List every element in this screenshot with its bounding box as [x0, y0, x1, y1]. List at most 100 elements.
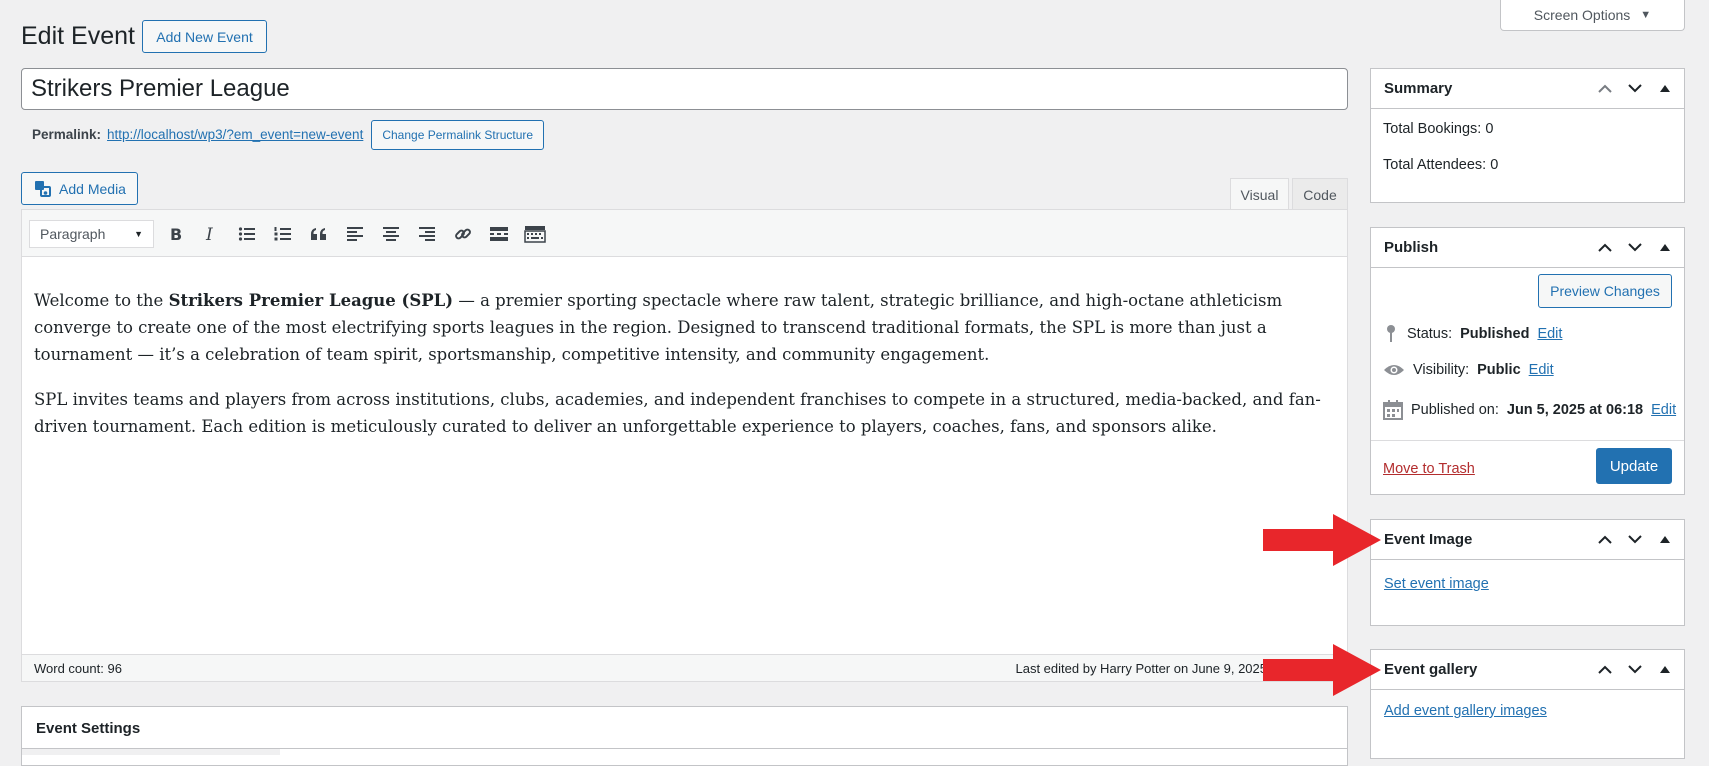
align-left-button[interactable] [341, 221, 369, 247]
format-select-value: Paragraph [40, 226, 106, 242]
read-more-icon [490, 227, 508, 241]
last-edited: Last edited by Harry Potter on June 9, 2… [1015, 661, 1268, 676]
tab-visual[interactable]: Visual [1230, 178, 1289, 210]
add-event-gallery-images-link[interactable]: Add event gallery images [1384, 703, 1547, 719]
summary-title: Summary [1384, 80, 1453, 97]
blockquote-icon [311, 228, 326, 240]
toolbar-toggle-button[interactable] [521, 221, 549, 247]
event-image-header: Event Image [1371, 520, 1684, 560]
editor-content[interactable]: Welcome to the Strikers Premier League (… [34, 287, 1334, 458]
collapse-triangle-icon[interactable] [1652, 528, 1678, 550]
move-to-trash-link[interactable]: Move to Trash [1383, 461, 1475, 477]
editor: Paragraph ▼ B I Welcome to the Strikers … [21, 209, 1348, 682]
visibility-row: Visibility: Public Edit [1383, 362, 1554, 378]
published-on-value: Jun 5, 2025 at 06:18 [1506, 402, 1644, 418]
chevron-down-icon[interactable] [1622, 528, 1648, 550]
page-title: Edit Event [21, 22, 135, 50]
event-settings-tabs [22, 749, 280, 755]
italic-button[interactable]: I [197, 221, 225, 247]
eye-icon [1384, 365, 1404, 375]
total-bookings: Total Bookings: 0 [1383, 121, 1494, 137]
event-image-box: Event Image Set event image [1370, 519, 1685, 626]
status-label: Status: [1407, 326, 1453, 342]
paragraph-text: Welcome to the [34, 291, 169, 310]
caret-down-icon: ▼ [1640, 9, 1652, 21]
calendar-icon [1383, 400, 1403, 420]
visibility-edit-link[interactable]: Edit [1529, 362, 1554, 378]
event-settings-box: Event Settings [21, 706, 1348, 766]
align-center-icon [383, 227, 399, 241]
change-permalink-button[interactable]: Change Permalink Structure [371, 120, 545, 150]
content-paragraph: SPL invites teams and players from acros… [34, 390, 1321, 436]
screen-options-label: Screen Options [1533, 7, 1631, 23]
permalink-label: Permalink: [32, 127, 102, 142]
visibility-label: Visibility: [1413, 362, 1470, 378]
link-icon [455, 228, 471, 240]
screen-options-button[interactable]: Screen Options ▼ [1500, 0, 1685, 31]
media-icon [35, 180, 52, 197]
numbered-list-icon [274, 227, 291, 241]
visibility-value: Public [1477, 362, 1521, 378]
collapse-triangle-icon[interactable] [1652, 658, 1678, 680]
chevron-down-icon[interactable] [1622, 236, 1648, 258]
editor-toolbar: Paragraph ▼ B I [22, 210, 1347, 257]
publish-actions-divider [1371, 440, 1684, 441]
preview-changes-button[interactable]: Preview Changes [1538, 274, 1672, 308]
set-event-image-link[interactable]: Set event image [1384, 576, 1489, 592]
permalink-row: Permalink: http://localhost/wp3/?em_even… [32, 120, 545, 150]
collapse-triangle-icon[interactable] [1652, 236, 1678, 258]
align-center-button[interactable] [377, 221, 405, 247]
format-select[interactable]: Paragraph ▼ [29, 220, 154, 248]
bold-button[interactable]: B [161, 221, 189, 247]
insert-link-button[interactable] [449, 221, 477, 247]
align-right-icon [419, 227, 435, 241]
chevron-up-icon[interactable] [1592, 236, 1618, 258]
chevron-down-icon[interactable] [1622, 658, 1648, 680]
bullet-list-icon [238, 227, 255, 241]
tab-code[interactable]: Code [1292, 178, 1348, 210]
publish-title: Publish [1384, 239, 1439, 256]
svg-text:I: I [205, 226, 213, 242]
published-on-edit-link[interactable]: Edit [1651, 402, 1676, 418]
blockquote-button[interactable] [305, 221, 333, 247]
numbered-list-button[interactable] [269, 221, 297, 247]
red-arrow-icon [1263, 514, 1381, 566]
word-count: Word count: 96 [34, 661, 122, 676]
event-settings-title: Event Settings [22, 707, 1347, 749]
bullet-list-button[interactable] [233, 221, 261, 247]
chevron-up-icon[interactable] [1592, 528, 1618, 550]
summary-header: Summary [1371, 69, 1684, 109]
paragraph-bold-text: Strikers Premier League (SPL) [168, 291, 454, 310]
status-row: Status: Published Edit [1383, 324, 1562, 344]
keyboard-icon [524, 226, 546, 243]
publish-header: Publish [1371, 228, 1684, 268]
publish-box: Publish Preview Changes Status: Publishe… [1370, 227, 1685, 495]
event-gallery-header: Event gallery [1371, 650, 1684, 690]
content-paragraph: Welcome to the Strikers Premier League (… [34, 287, 1334, 368]
published-on-label: Published on: [1411, 402, 1499, 418]
chevron-up-icon[interactable] [1592, 77, 1618, 99]
status-edit-link[interactable]: Edit [1537, 326, 1562, 342]
summary-box: Summary Total Bookings: 0 Total Attendee… [1370, 68, 1685, 203]
post-title-input[interactable] [21, 68, 1348, 110]
published-on-row: Published on: Jun 5, 2025 at 06:18 Edit [1383, 400, 1676, 420]
svg-text:B: B [170, 226, 182, 242]
read-more-button[interactable] [485, 221, 513, 247]
collapse-triangle-icon[interactable] [1652, 77, 1678, 99]
total-attendees: Total Attendees: 0 [1383, 157, 1499, 173]
add-media-label: Add Media [59, 180, 126, 197]
align-left-icon [347, 227, 363, 241]
pin-icon [1387, 325, 1395, 342]
dropdown-arrow-icon: ▼ [134, 229, 143, 239]
update-button[interactable]: Update [1596, 448, 1672, 484]
chevron-down-icon[interactable] [1622, 77, 1648, 99]
permalink-link[interactable]: http://localhost/wp3/?em_event=new-event [107, 122, 363, 148]
red-arrow-icon [1263, 644, 1381, 696]
add-media-button[interactable]: Add Media [21, 172, 138, 205]
add-new-event-button[interactable]: Add New Event [142, 20, 267, 53]
align-right-button[interactable] [413, 221, 441, 247]
chevron-up-icon[interactable] [1592, 658, 1618, 680]
event-gallery-title: Event gallery [1384, 661, 1478, 678]
editor-statusbar: Word count: 96 Last edited by Harry Pott… [22, 654, 1347, 681]
event-gallery-box: Event gallery Add event gallery images [1370, 649, 1685, 759]
